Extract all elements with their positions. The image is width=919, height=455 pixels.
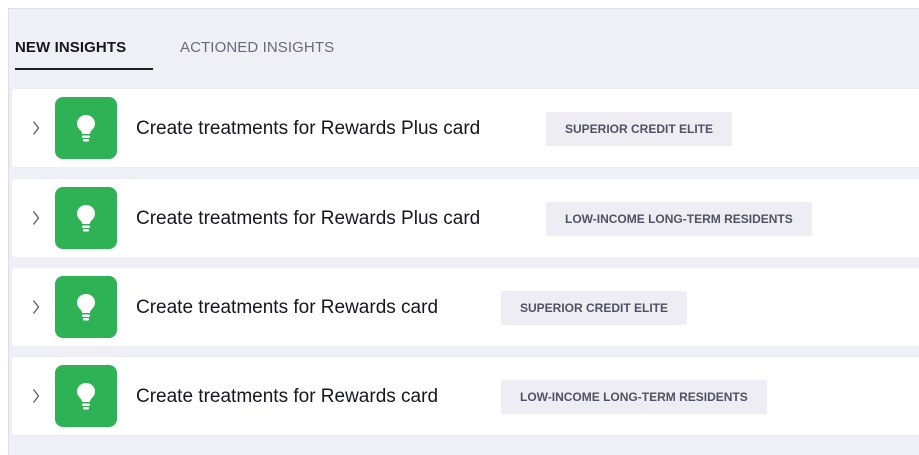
insight-title[interactable]: Create treatments for Rewards card <box>136 297 438 319</box>
tab-actioned-insights[interactable]: ACTIONED INSIGHTS <box>180 39 334 56</box>
lightbulb-icon <box>55 97 117 159</box>
chevron-right-icon[interactable] <box>29 296 43 318</box>
chevron-right-icon[interactable] <box>29 385 43 407</box>
insight-card[interactable]: Create treatments for Rewards Plus card … <box>12 89 919 167</box>
insights-panel: NEW INSIGHTS ACTIONED INSIGHTS Create tr… <box>8 8 919 455</box>
lightbulb-icon <box>55 365 117 427</box>
segment-badge: LOW-INCOME LONG-TERM RESIDENTS <box>546 202 812 236</box>
lightbulb-icon <box>55 276 117 338</box>
insight-title[interactable]: Create treatments for Rewards Plus card <box>136 208 480 230</box>
insight-card[interactable]: Create treatments for Rewards card LOW-I… <box>12 357 919 435</box>
chevron-right-icon[interactable] <box>29 207 43 229</box>
insight-title[interactable]: Create treatments for Rewards card <box>136 386 438 408</box>
insight-title[interactable]: Create treatments for Rewards Plus card <box>136 118 480 140</box>
lightbulb-icon <box>55 187 117 249</box>
tab-new-insights[interactable]: NEW INSIGHTS <box>15 39 126 56</box>
insight-card[interactable]: Create treatments for Rewards card SUPER… <box>12 268 919 346</box>
insights-tabs: NEW INSIGHTS ACTIONED INSIGHTS <box>15 9 615 71</box>
segment-badge: SUPERIOR CREDIT ELITE <box>501 291 688 325</box>
active-tab-indicator <box>15 68 153 70</box>
segment-badge: SUPERIOR CREDIT ELITE <box>546 112 733 146</box>
chevron-right-icon[interactable] <box>29 117 43 139</box>
insight-card[interactable]: Create treatments for Rewards Plus card … <box>12 179 919 257</box>
segment-badge: LOW-INCOME LONG-TERM RESIDENTS <box>501 380 767 414</box>
